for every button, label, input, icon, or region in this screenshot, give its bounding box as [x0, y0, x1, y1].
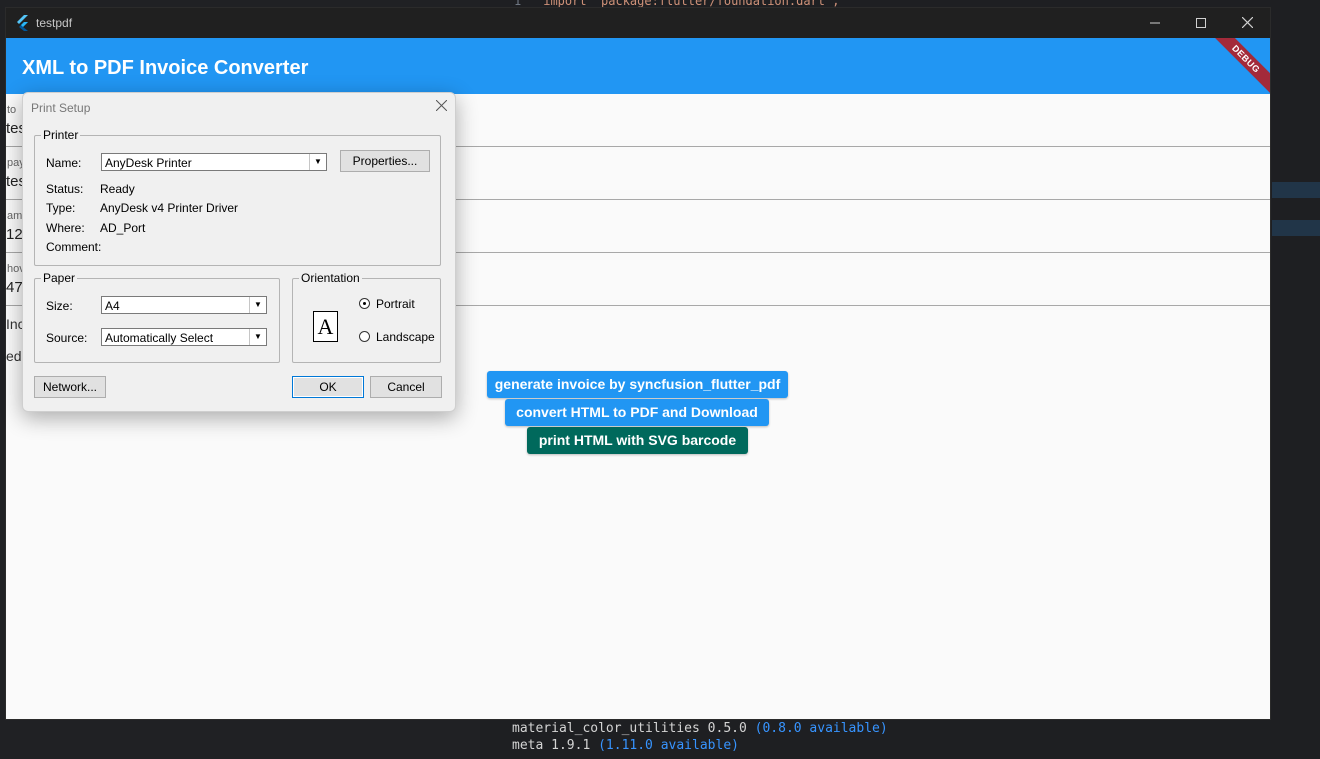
type-value: AnyDesk v4 Printer Driver	[100, 201, 239, 215]
paper-size-value: A4	[105, 299, 120, 313]
field-value: 47	[6, 279, 23, 296]
maximize-icon	[1196, 18, 1206, 28]
dialog-title: Print Setup	[31, 101, 91, 115]
window-titlebar: testpdf	[6, 8, 1270, 38]
maximize-button[interactable]	[1178, 8, 1224, 38]
group-label: Printer	[41, 128, 81, 142]
generate-invoice-button[interactable]: generate invoice by syncfusion_flutter_p…	[487, 371, 788, 398]
name-label: Name:	[46, 156, 82, 170]
minimize-icon	[1150, 22, 1160, 24]
app-title: XML to PDF Invoice Converter	[22, 57, 309, 79]
landscape-radio[interactable]	[359, 331, 370, 342]
terminal-line: meta 1.9.1 (1.11.0 available)	[512, 738, 739, 753]
terminal-line: material_color_utilities 0.5.0 (0.8.0 av…	[512, 721, 888, 736]
portrait-radio[interactable]	[359, 298, 370, 309]
debug-banner: DEBUG	[1205, 38, 1270, 94]
close-icon	[435, 99, 448, 112]
code-line: 1 import 'package:flutter/foundation.dart…	[514, 0, 840, 8]
where-label: Where:	[46, 221, 85, 235]
orientation-group: Orientation A Portrait Landscape	[292, 271, 441, 363]
paper-group: Paper Size: A4 ▼ Source: Automatically S…	[34, 271, 280, 363]
portrait-label[interactable]: Portrait	[376, 297, 415, 311]
field-value: 12	[6, 226, 23, 243]
where-value: AD_Port	[100, 221, 146, 235]
editor-highlight	[1272, 220, 1320, 236]
type-label: Type:	[46, 201, 76, 215]
group-label: Orientation	[299, 271, 362, 285]
paper-size-select[interactable]: A4 ▼	[101, 296, 267, 314]
network-button[interactable]: Network...	[34, 376, 106, 398]
chevron-down-icon: ▼	[309, 154, 326, 170]
dialog-close-button[interactable]	[435, 98, 448, 115]
properties-button[interactable]: Properties...	[340, 150, 430, 172]
close-button[interactable]	[1224, 8, 1270, 38]
status-label: Status:	[46, 182, 84, 196]
paper-source-value: Automatically Select	[105, 331, 214, 345]
page-orientation-icon: A	[313, 311, 338, 342]
close-icon	[1241, 16, 1253, 29]
printer-name-value: AnyDesk Printer	[105, 156, 192, 170]
landscape-label[interactable]: Landscape	[376, 330, 435, 344]
editor-highlight	[1272, 182, 1320, 198]
field-label: am	[7, 210, 23, 222]
cancel-button[interactable]: Cancel	[370, 376, 442, 398]
window-title: testpdf	[36, 16, 73, 30]
paper-source-select[interactable]: Automatically Select ▼	[101, 328, 267, 346]
print-html-button[interactable]: print HTML with SVG barcode	[527, 427, 748, 454]
printer-name-select[interactable]: AnyDesk Printer ▼	[101, 153, 327, 171]
flutter-logo-icon	[17, 15, 28, 31]
chevron-down-icon: ▼	[249, 329, 266, 345]
field-label: to	[7, 104, 17, 116]
printer-group: Printer Name: AnyDesk Printer ▼ Properti…	[34, 128, 441, 266]
comment-label: Comment:	[46, 240, 102, 254]
print-setup-dialog: Print Setup Printer Name: AnyDesk Printe…	[22, 92, 456, 412]
app-bar: XML to PDF Invoice Converter DEBUG	[6, 38, 1270, 94]
chevron-down-icon: ▼	[249, 297, 266, 313]
status-value: Ready	[100, 182, 135, 196]
group-label: Paper	[41, 271, 78, 285]
size-label: Size:	[46, 299, 73, 313]
ok-button[interactable]: OK	[292, 376, 364, 398]
source-label: Source:	[46, 331, 88, 345]
minimize-button[interactable]	[1132, 8, 1178, 38]
info-text: ed	[6, 348, 22, 364]
convert-html-button[interactable]: convert HTML to PDF and Download	[505, 399, 769, 426]
